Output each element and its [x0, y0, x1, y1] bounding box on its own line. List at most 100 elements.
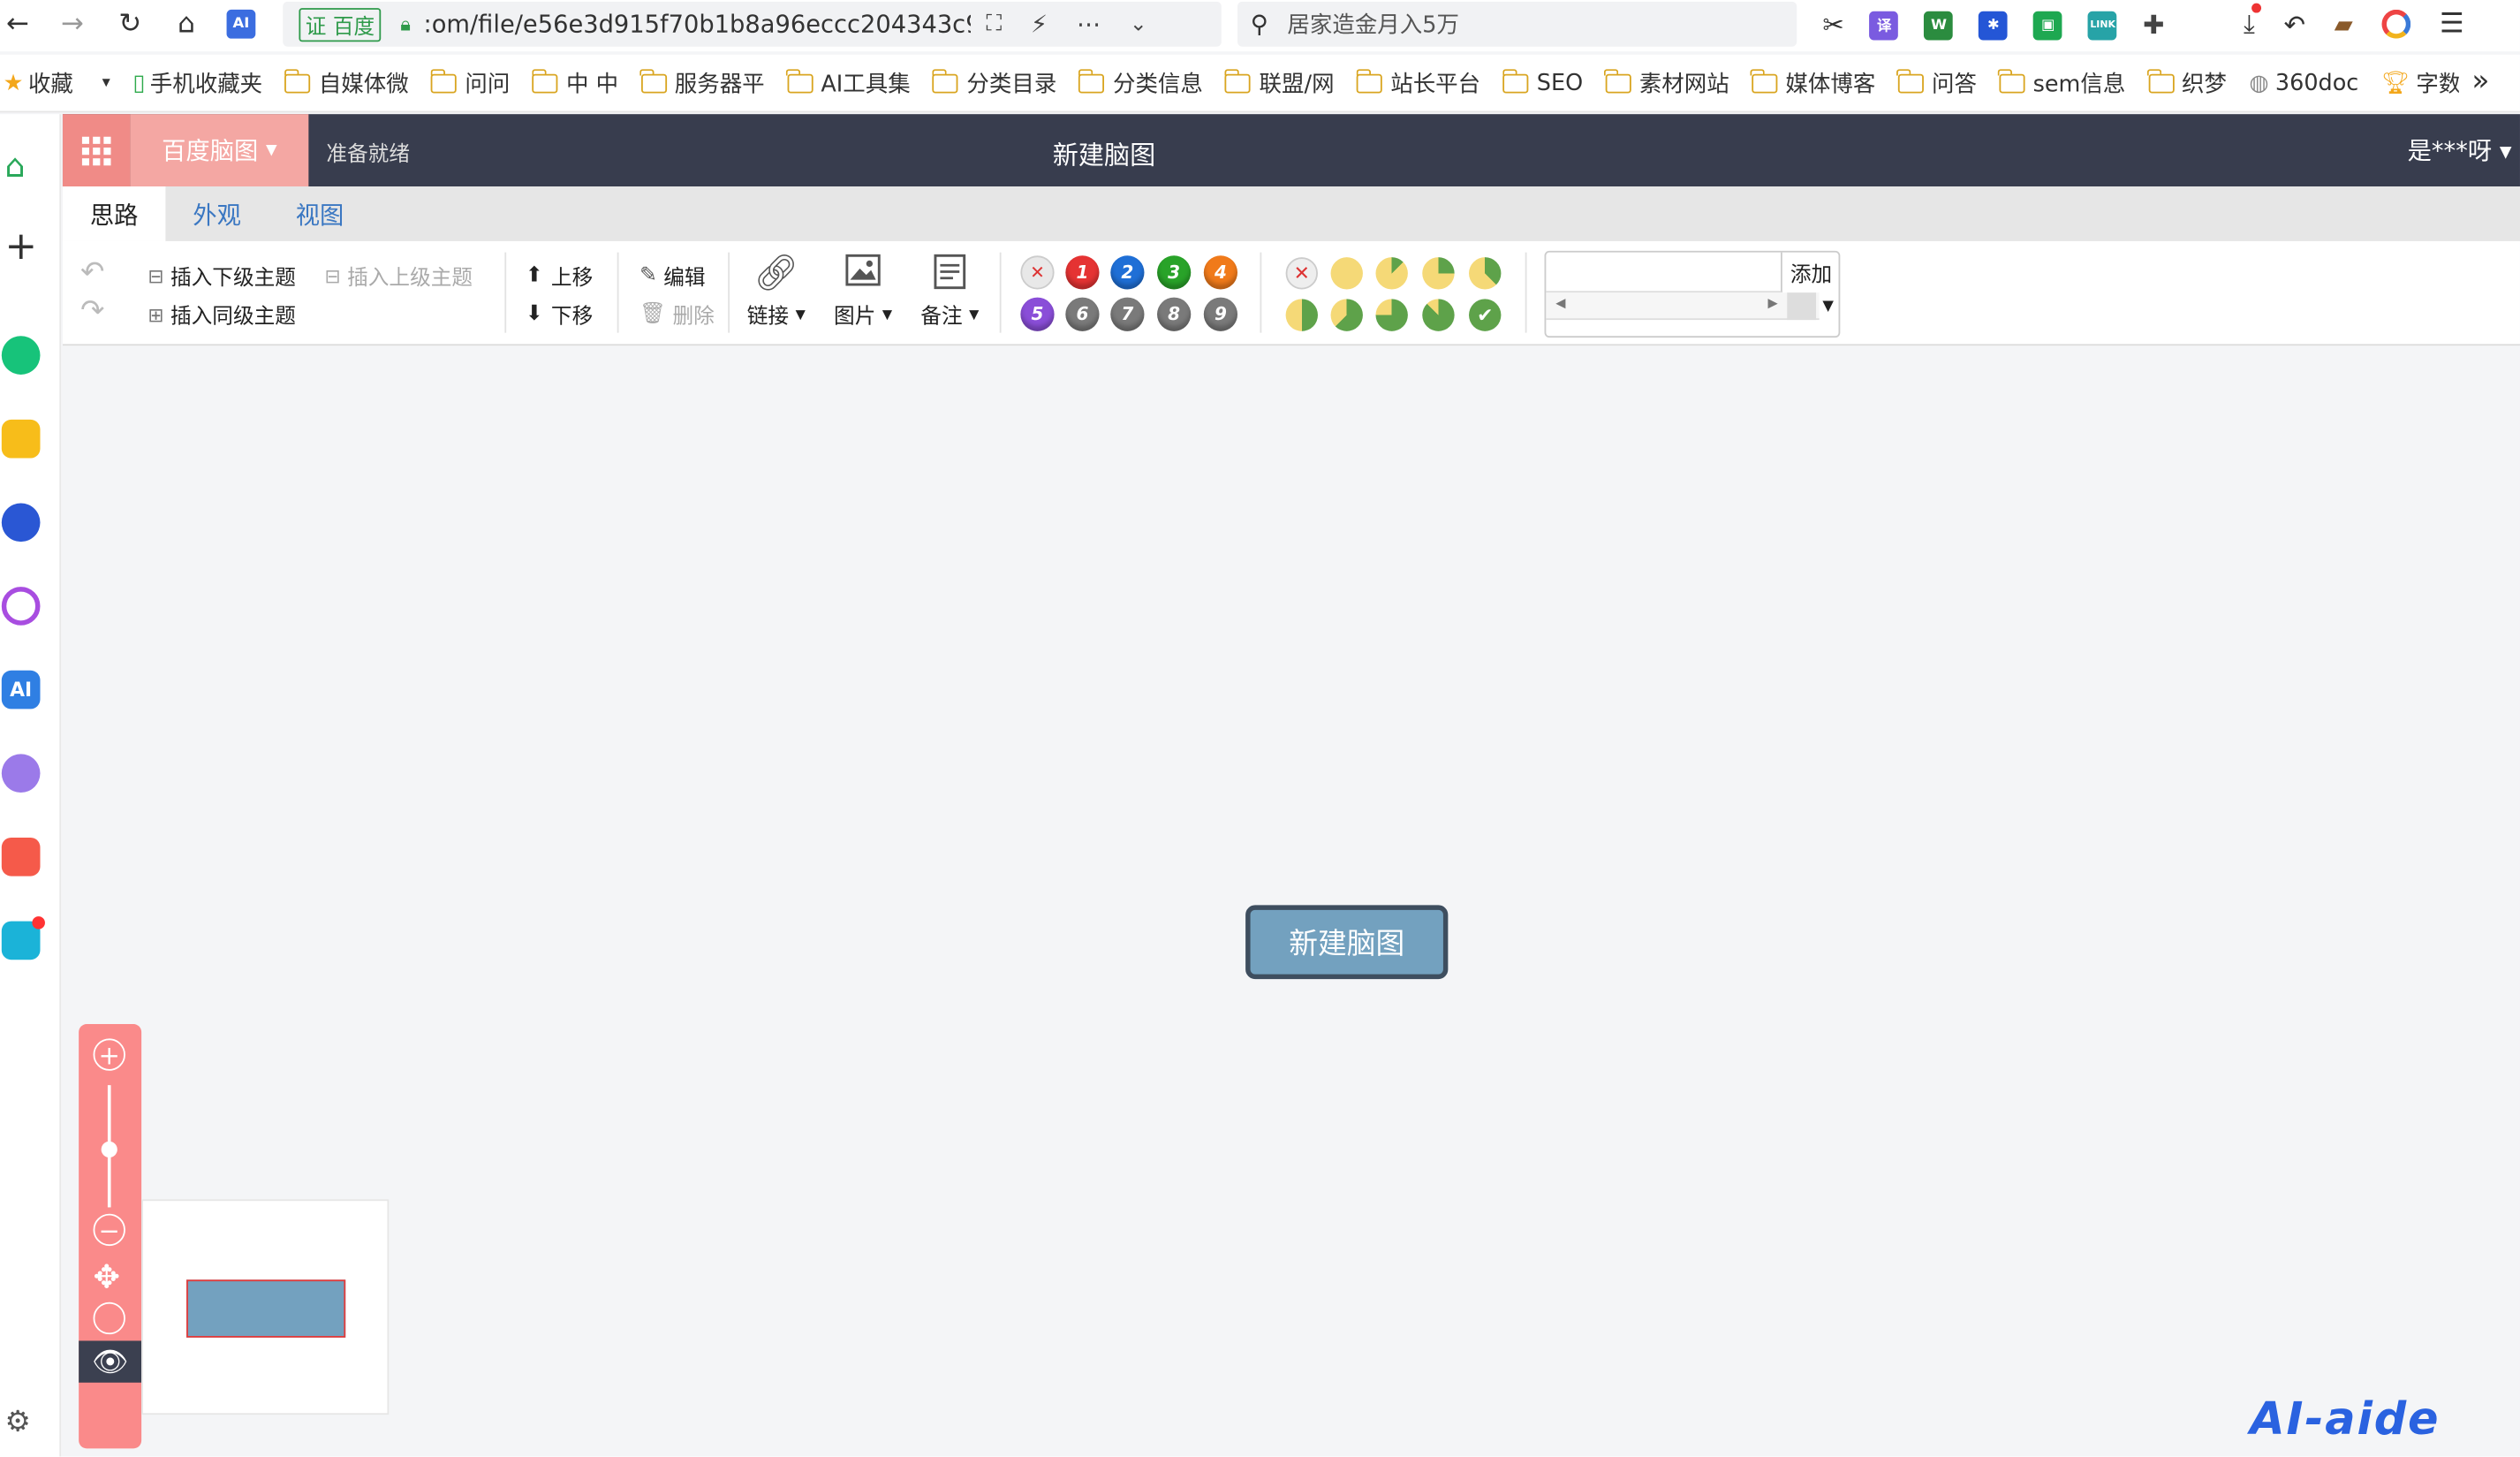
- bookmark-folder[interactable]: 问问: [430, 67, 510, 99]
- word-extension-icon[interactable]: W: [1924, 10, 1954, 40]
- zoom-slider-handle[interactable]: [101, 1141, 117, 1158]
- insert-parent-button[interactable]: ⊟ 插入上级主题: [325, 261, 473, 291]
- bookmark-folder[interactable]: 分类信息: [1078, 67, 1203, 99]
- address-bar[interactable]: 证 百度 🔒︎ :om/file/e56e3d915f70b1b8a96eccc…: [283, 1, 1222, 47]
- edit-button[interactable]: ✎ 编辑: [639, 261, 705, 291]
- priority-1-icon[interactable]: 1: [1065, 255, 1100, 290]
- undo-icon[interactable]: ↶: [2284, 9, 2305, 40]
- bookmark-favorites[interactable]: ★ 收藏 ▾: [4, 67, 110, 99]
- forward-icon[interactable]: →: [55, 6, 90, 42]
- settings-gear-icon[interactable]: ⚙: [4, 1405, 30, 1438]
- bookmark-folder[interactable]: 分类目录: [932, 67, 1056, 99]
- search-box[interactable]: ⚲ 居家造金月入5万: [1237, 1, 1797, 47]
- translate-icon[interactable]: 译: [1869, 10, 1899, 40]
- note-button[interactable]: 备注 ▼: [914, 254, 985, 330]
- bookmark-folder[interactable]: 站长平台: [1355, 67, 1480, 99]
- download-icon[interactable]: ⤓: [2244, 3, 2262, 40]
- linktest-icon[interactable]: LINK: [2088, 10, 2118, 40]
- ai-extension-icon[interactable]: AI: [226, 9, 256, 39]
- menu-icon[interactable]: ☰: [2440, 8, 2464, 40]
- add-icon[interactable]: +: [4, 224, 37, 269]
- scroll-thumb[interactable]: [1787, 292, 1817, 321]
- bookmark-folder[interactable]: 联盟/网: [1224, 67, 1335, 99]
- bookmark-folder[interactable]: 织梦: [2146, 67, 2227, 99]
- ai-tool-icon[interactable]: AI: [1, 670, 41, 710]
- insert-child-button[interactable]: ⊟ 插入下级主题: [148, 261, 296, 291]
- book-extension-icon[interactable]: ▣: [2033, 10, 2063, 40]
- progress-5-icon[interactable]: [1330, 299, 1363, 331]
- tag-add-button[interactable]: 添加: [1782, 253, 1841, 292]
- root-topic-node[interactable]: 新建脑图: [1245, 905, 1449, 980]
- delete-button[interactable]: 🗑︎ 删除: [639, 299, 715, 330]
- puzzle-app-icon[interactable]: [1, 916, 45, 960]
- eye-icon[interactable]: 👁︎: [79, 1340, 142, 1383]
- star-app-icon[interactable]: [1, 419, 41, 459]
- bookmark-folder[interactable]: 素材网站: [1604, 67, 1729, 99]
- bookmark-360doc[interactable]: ◍ 360doc: [2249, 70, 2358, 95]
- minimap-viewport[interactable]: [186, 1279, 346, 1338]
- ai-color-icon[interactable]: [2381, 9, 2411, 39]
- briefcase-icon[interactable]: ▰: [2335, 10, 2353, 39]
- network-extension-icon[interactable]: ✱: [1979, 10, 2009, 40]
- tab-appearance[interactable]: 外观: [165, 186, 268, 241]
- priority-3-icon[interactable]: 3: [1157, 255, 1192, 290]
- priority-2-icon[interactable]: 2: [1110, 255, 1145, 290]
- scroll-left-icon[interactable]: ◀: [1555, 296, 1565, 310]
- scissors-icon[interactable]: ✂: [1822, 10, 1843, 41]
- home-icon[interactable]: ⌂: [169, 6, 204, 42]
- document-title[interactable]: 新建脑图: [1053, 133, 1155, 172]
- redo-icon[interactable]: ↷: [80, 294, 104, 328]
- mindmap-canvas[interactable]: [62, 347, 2520, 1457]
- undo-icon[interactable]: ↶: [80, 255, 104, 289]
- bookmark-folder[interactable]: 问答: [1896, 67, 1977, 99]
- progress-2-icon[interactable]: [1422, 257, 1455, 290]
- move-up-button[interactable]: ⬆ 上移: [526, 261, 593, 291]
- bookmark-folder[interactable]: 媒体博客: [1751, 67, 1875, 99]
- more-icon[interactable]: ⋯: [1077, 10, 1101, 39]
- chat-app-icon[interactable]: [1, 754, 41, 793]
- priority-8-icon[interactable]: 8: [1157, 297, 1192, 331]
- apps-grid-button[interactable]: [62, 114, 131, 187]
- network-app-icon[interactable]: [1, 503, 41, 543]
- progress-1-icon[interactable]: [1375, 257, 1408, 290]
- move-icon[interactable]: ✥: [94, 1257, 121, 1296]
- tab-view[interactable]: 视图: [269, 186, 371, 241]
- tag-dropdown-icon[interactable]: ▼: [1822, 299, 1834, 315]
- image-button[interactable]: 图片 ▼: [828, 254, 898, 330]
- progress-done-icon[interactable]: ✔: [1469, 299, 1502, 331]
- bookmark-folder[interactable]: 自媒体微: [284, 67, 409, 99]
- priority-7-icon[interactable]: 7: [1110, 297, 1145, 331]
- link-button[interactable]: 🔗︎ 链接 ▼: [741, 254, 812, 330]
- priority-9-icon[interactable]: 9: [1203, 297, 1238, 331]
- chevron-down-icon[interactable]: ⌄: [1130, 12, 1147, 36]
- tag-scrollbar[interactable]: ◀ ▶: [1546, 292, 1820, 321]
- insert-sibling-button[interactable]: ⊞ 插入同级主题: [148, 299, 296, 330]
- more-bookmarks-button[interactable]: »: [2471, 65, 2489, 98]
- home-sidebar-icon[interactable]: ⌂: [4, 147, 25, 186]
- progress-7-icon[interactable]: [1422, 299, 1455, 331]
- puzzle-icon[interactable]: ✚: [2143, 10, 2164, 41]
- locate-icon[interactable]: [93, 1301, 125, 1335]
- bookmark-folder[interactable]: AI工具集: [786, 67, 911, 99]
- remove-priority-icon[interactable]: ✕: [1020, 255, 1055, 290]
- scroll-right-icon[interactable]: ▶: [1767, 296, 1777, 310]
- bookmark-folder[interactable]: 服务器平: [639, 67, 765, 99]
- progress-6-icon[interactable]: [1375, 299, 1408, 331]
- bookmark-mobile[interactable]: ▯ 手机收藏夹: [132, 67, 262, 99]
- bookmark-wordcount[interactable]: 🏆︎字数统计: [2381, 67, 2459, 99]
- tab-idea[interactable]: 思路: [62, 186, 166, 241]
- zoom-in-icon[interactable]: +: [93, 1038, 125, 1071]
- priority-6-icon[interactable]: 6: [1065, 297, 1100, 331]
- brand-menu-button[interactable]: 百度脑图 ▼: [130, 114, 309, 187]
- ai-app-icon[interactable]: [1, 587, 41, 626]
- game-controller-icon[interactable]: [1, 837, 41, 876]
- user-menu[interactable]: 是***呀 ▾: [2408, 133, 2512, 167]
- minimap[interactable]: [141, 1199, 390, 1415]
- bookmark-folder[interactable]: SEO: [1502, 68, 1583, 95]
- speed-mode-icon[interactable]: ⚡: [1031, 10, 1048, 39]
- bookmark-folder[interactable]: 中 中: [531, 67, 618, 99]
- link-app-icon[interactable]: [1, 336, 41, 375]
- bookmark-folder[interactable]: sem信息: [1998, 67, 2125, 99]
- progress-0-icon[interactable]: [1330, 257, 1363, 290]
- reader-icon[interactable]: ⛶: [986, 11, 1002, 37]
